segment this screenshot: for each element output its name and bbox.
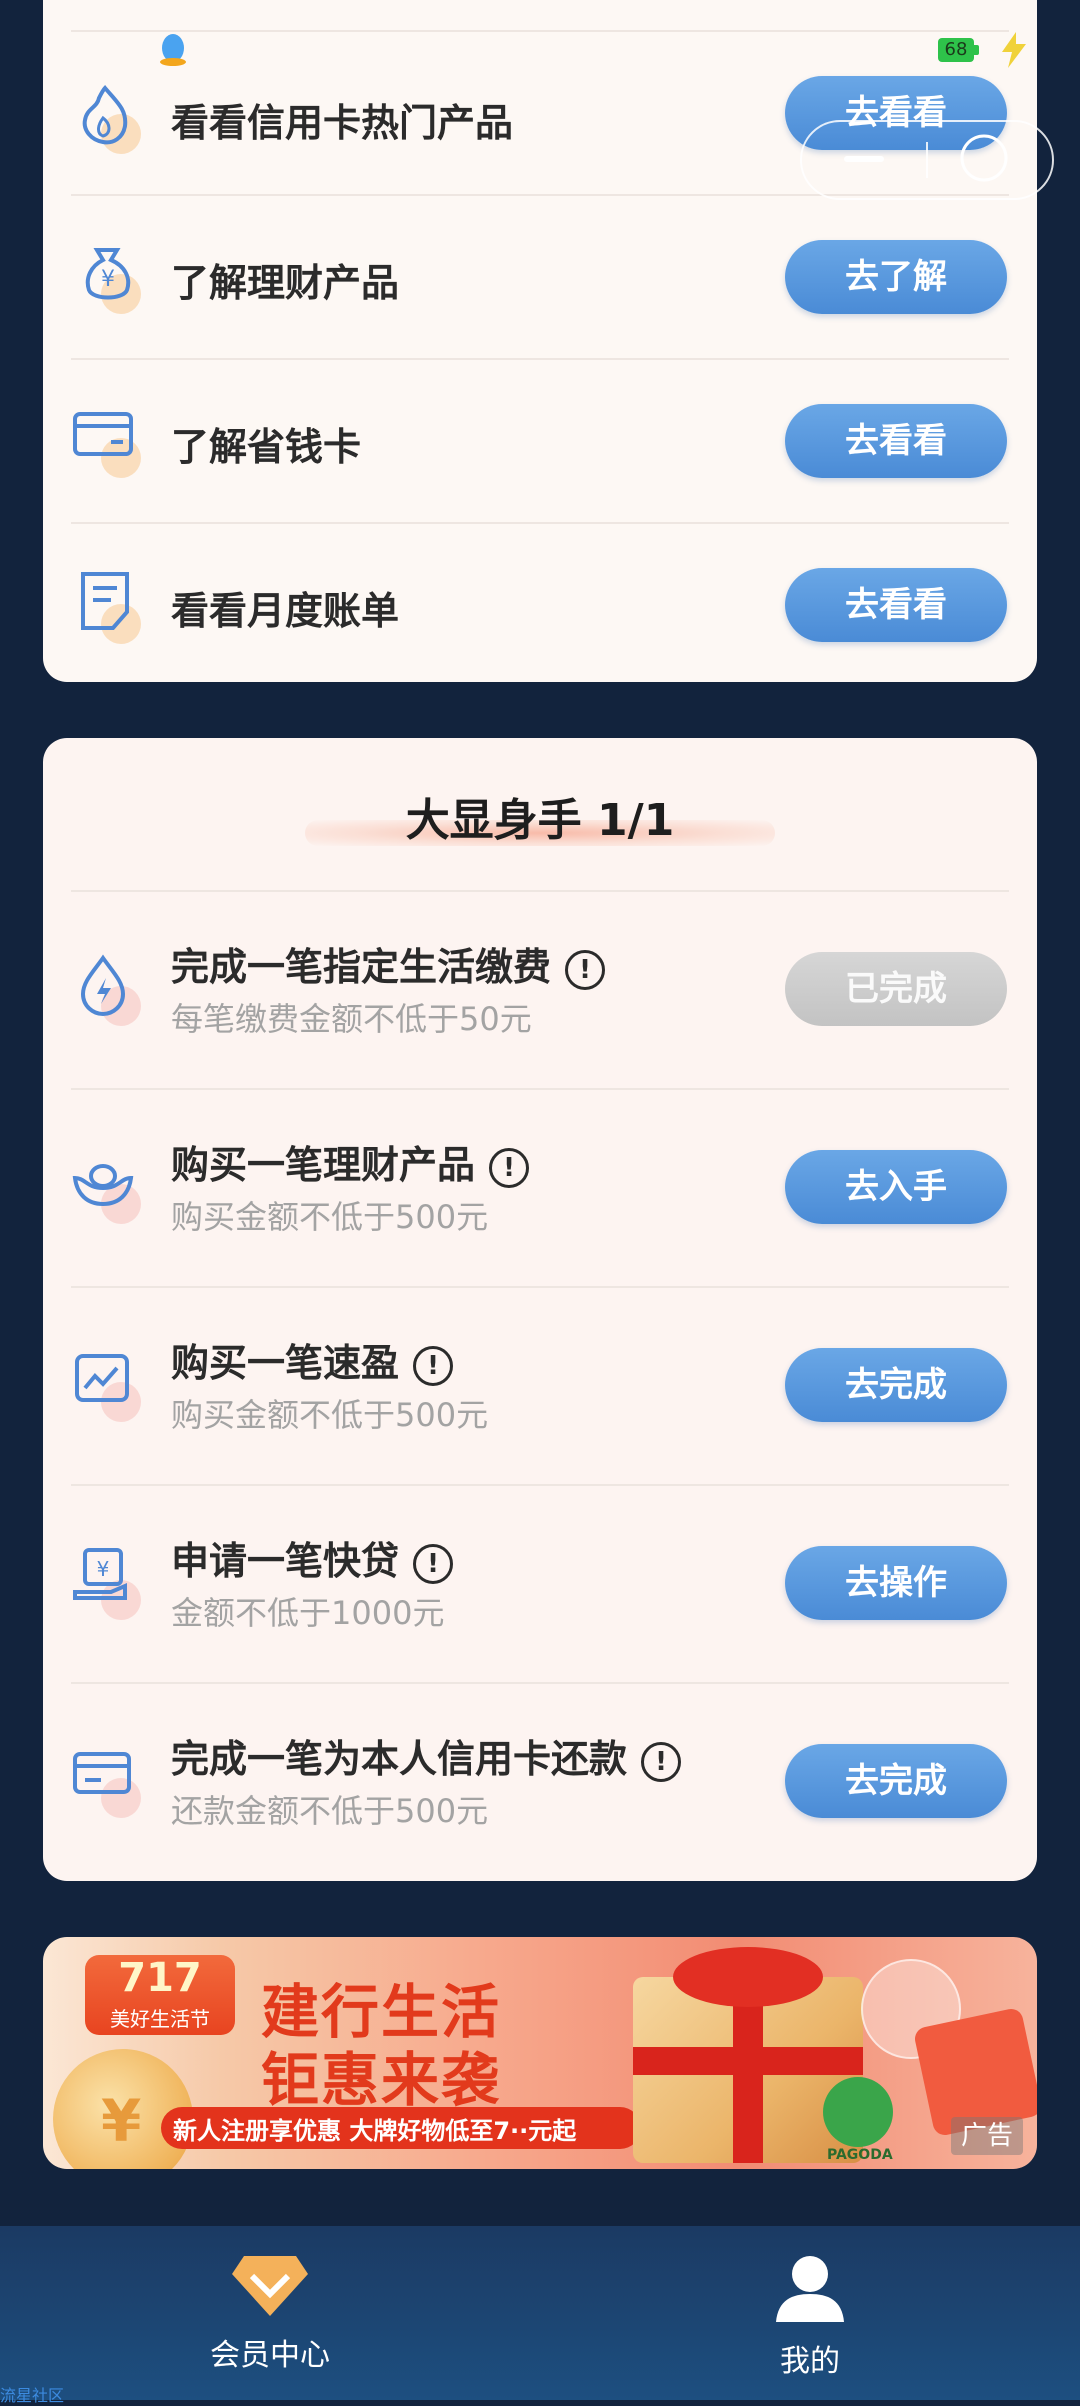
charging-bolt-icon	[1002, 32, 1026, 68]
challenge-subtitle: 金额不低于1000元	[171, 1594, 445, 1632]
section-title: 大显身手 1/1	[405, 795, 675, 846]
coin-yen-icon: ¥	[101, 2087, 142, 2155]
challenge-row: 完成一笔指定生活缴费! 每笔缴费金额不低于50元 已完成	[43, 890, 1037, 1088]
close-target-icon[interactable]	[954, 128, 1014, 188]
gift-ribbon	[633, 2047, 863, 2075]
miniprogram-capsule[interactable]	[800, 120, 1054, 200]
tab-label: 会员中心	[210, 2338, 330, 2373]
card-icon	[71, 402, 147, 478]
card-repay-icon	[71, 1742, 147, 1818]
challenge-row: ¥ 申请一笔快贷! 金额不低于1000元 去操作	[43, 1484, 1037, 1682]
brand-label: PAGODA	[827, 2147, 893, 2163]
qq-penguin-icon	[160, 34, 186, 66]
money-bag-icon: ¥	[71, 238, 147, 314]
challenge-row: 购买一笔速盈! 购买金额不低于500元 去完成	[43, 1286, 1037, 1484]
banner-strip-text: 新人注册享优惠 大牌好物低至7··元起	[173, 2117, 577, 2145]
completed-button: 已完成	[785, 952, 1007, 1026]
watermark: 流星社区	[0, 2386, 65, 2405]
tab-mine[interactable]: 我的	[675, 2226, 945, 2400]
challenge-subtitle: 还款金额不低于500元	[171, 1792, 489, 1830]
complete-button[interactable]: 去完成	[785, 1744, 1007, 1818]
trend-chart-icon	[71, 1346, 147, 1422]
tab-label: 我的	[780, 2344, 840, 2379]
user-icon	[776, 2256, 844, 2322]
daily-tasks-card: 看看信用卡热门产品 去看看 ¥ 了解理财产品 去了解 了解省钱卡 去看看 看看月…	[43, 0, 1037, 682]
challenge-row: 购买一笔理财产品! 购买金额不低于500元 去入手	[43, 1088, 1037, 1286]
task-title: 了解省钱卡	[171, 425, 362, 469]
challenge-title: 完成一笔为本人信用卡还款!	[171, 1728, 682, 1783]
challenge-title: 购买一笔理财产品!	[171, 1134, 530, 1189]
gold-ingot-icon	[71, 1148, 147, 1224]
task-title: 看看月度账单	[171, 589, 400, 633]
status-bar: 68	[0, 0, 1080, 100]
more-menu-icon[interactable]	[836, 150, 896, 170]
task-row: 了解省钱卡 去看看	[43, 358, 1037, 522]
info-icon[interactable]: !	[489, 1147, 530, 1188]
challenge-title-text: 完成一笔为本人信用卡还款	[171, 1737, 628, 1781]
task-row: 看看月度账单 去看看	[43, 522, 1037, 682]
challenge-title: 完成一笔指定生活缴费!	[171, 936, 606, 991]
badge-number: 717	[118, 1955, 202, 2001]
info-icon[interactable]: !	[413, 1345, 454, 1386]
battery-tip	[974, 45, 979, 55]
challenge-title-text: 购买一笔速盈	[171, 1341, 400, 1385]
task-title: 了解理财产品	[171, 261, 400, 305]
info-icon[interactable]: !	[641, 1741, 682, 1782]
challenge-title-text: 完成一笔指定生活缴费	[171, 945, 552, 989]
bottom-tab-bar: 会员中心 我的	[0, 2226, 1080, 2400]
gift-bow	[673, 1947, 823, 2007]
pagoda-mascot-icon	[823, 2077, 893, 2147]
challenge-title-text: 购买一笔理财产品	[171, 1143, 476, 1187]
buy-button[interactable]: 去入手	[785, 1150, 1007, 1224]
svg-text:¥: ¥	[101, 267, 115, 292]
info-icon[interactable]: !	[565, 949, 606, 990]
task-button[interactable]: 去看看	[785, 404, 1007, 478]
tab-member-center[interactable]: 会员中心	[135, 2226, 405, 2400]
ad-label: 广告	[951, 2117, 1023, 2155]
battery-level: 68	[944, 39, 968, 60]
task-button[interactable]: 去了解	[785, 240, 1007, 314]
task-row: ¥ 了解理财产品 去了解	[43, 194, 1037, 358]
challenge-subtitle: 购买金额不低于500元	[171, 1396, 489, 1434]
task-button[interactable]: 去看看	[785, 568, 1007, 642]
challenge-subtitle: 购买金额不低于500元	[171, 1198, 489, 1236]
battery-icon: 68	[938, 38, 974, 62]
banner-headline-2: 钜惠来袭	[261, 2046, 502, 2114]
svg-text:¥: ¥	[97, 1557, 110, 1581]
challenge-row: 完成一笔为本人信用卡还款! 还款金额不低于500元 去完成	[43, 1682, 1037, 1880]
challenge-title: 申请一笔快贷!	[171, 1530, 454, 1585]
bill-icon	[71, 568, 147, 644]
info-icon[interactable]: !	[413, 1543, 454, 1584]
utility-drop-icon	[71, 950, 147, 1026]
promo-banner[interactable]: ¥ 717 美好生活节 建行生活 钜惠来袭 新人注册享优惠 大牌好物低至7··元…	[43, 1937, 1037, 2169]
capsule-divider	[926, 142, 928, 178]
challenge-title: 购买一笔速盈!	[171, 1332, 454, 1387]
diamond-icon	[232, 2256, 308, 2316]
challenge-subtitle: 每笔缴费金额不低于50元	[171, 1000, 532, 1038]
complete-button[interactable]: 去完成	[785, 1348, 1007, 1422]
badge-text: 美好生活节	[110, 2007, 210, 2031]
operate-button[interactable]: 去操作	[785, 1546, 1007, 1620]
challenge-title-text: 申请一笔快贷	[171, 1539, 400, 1583]
loan-hand-icon: ¥	[71, 1544, 147, 1620]
task-title: 看看信用卡热门产品	[171, 101, 514, 145]
challenge-card: 大显身手 1/1 完成一笔指定生活缴费! 每笔缴费金额不低于50元 已完成 购买…	[43, 738, 1037, 1881]
